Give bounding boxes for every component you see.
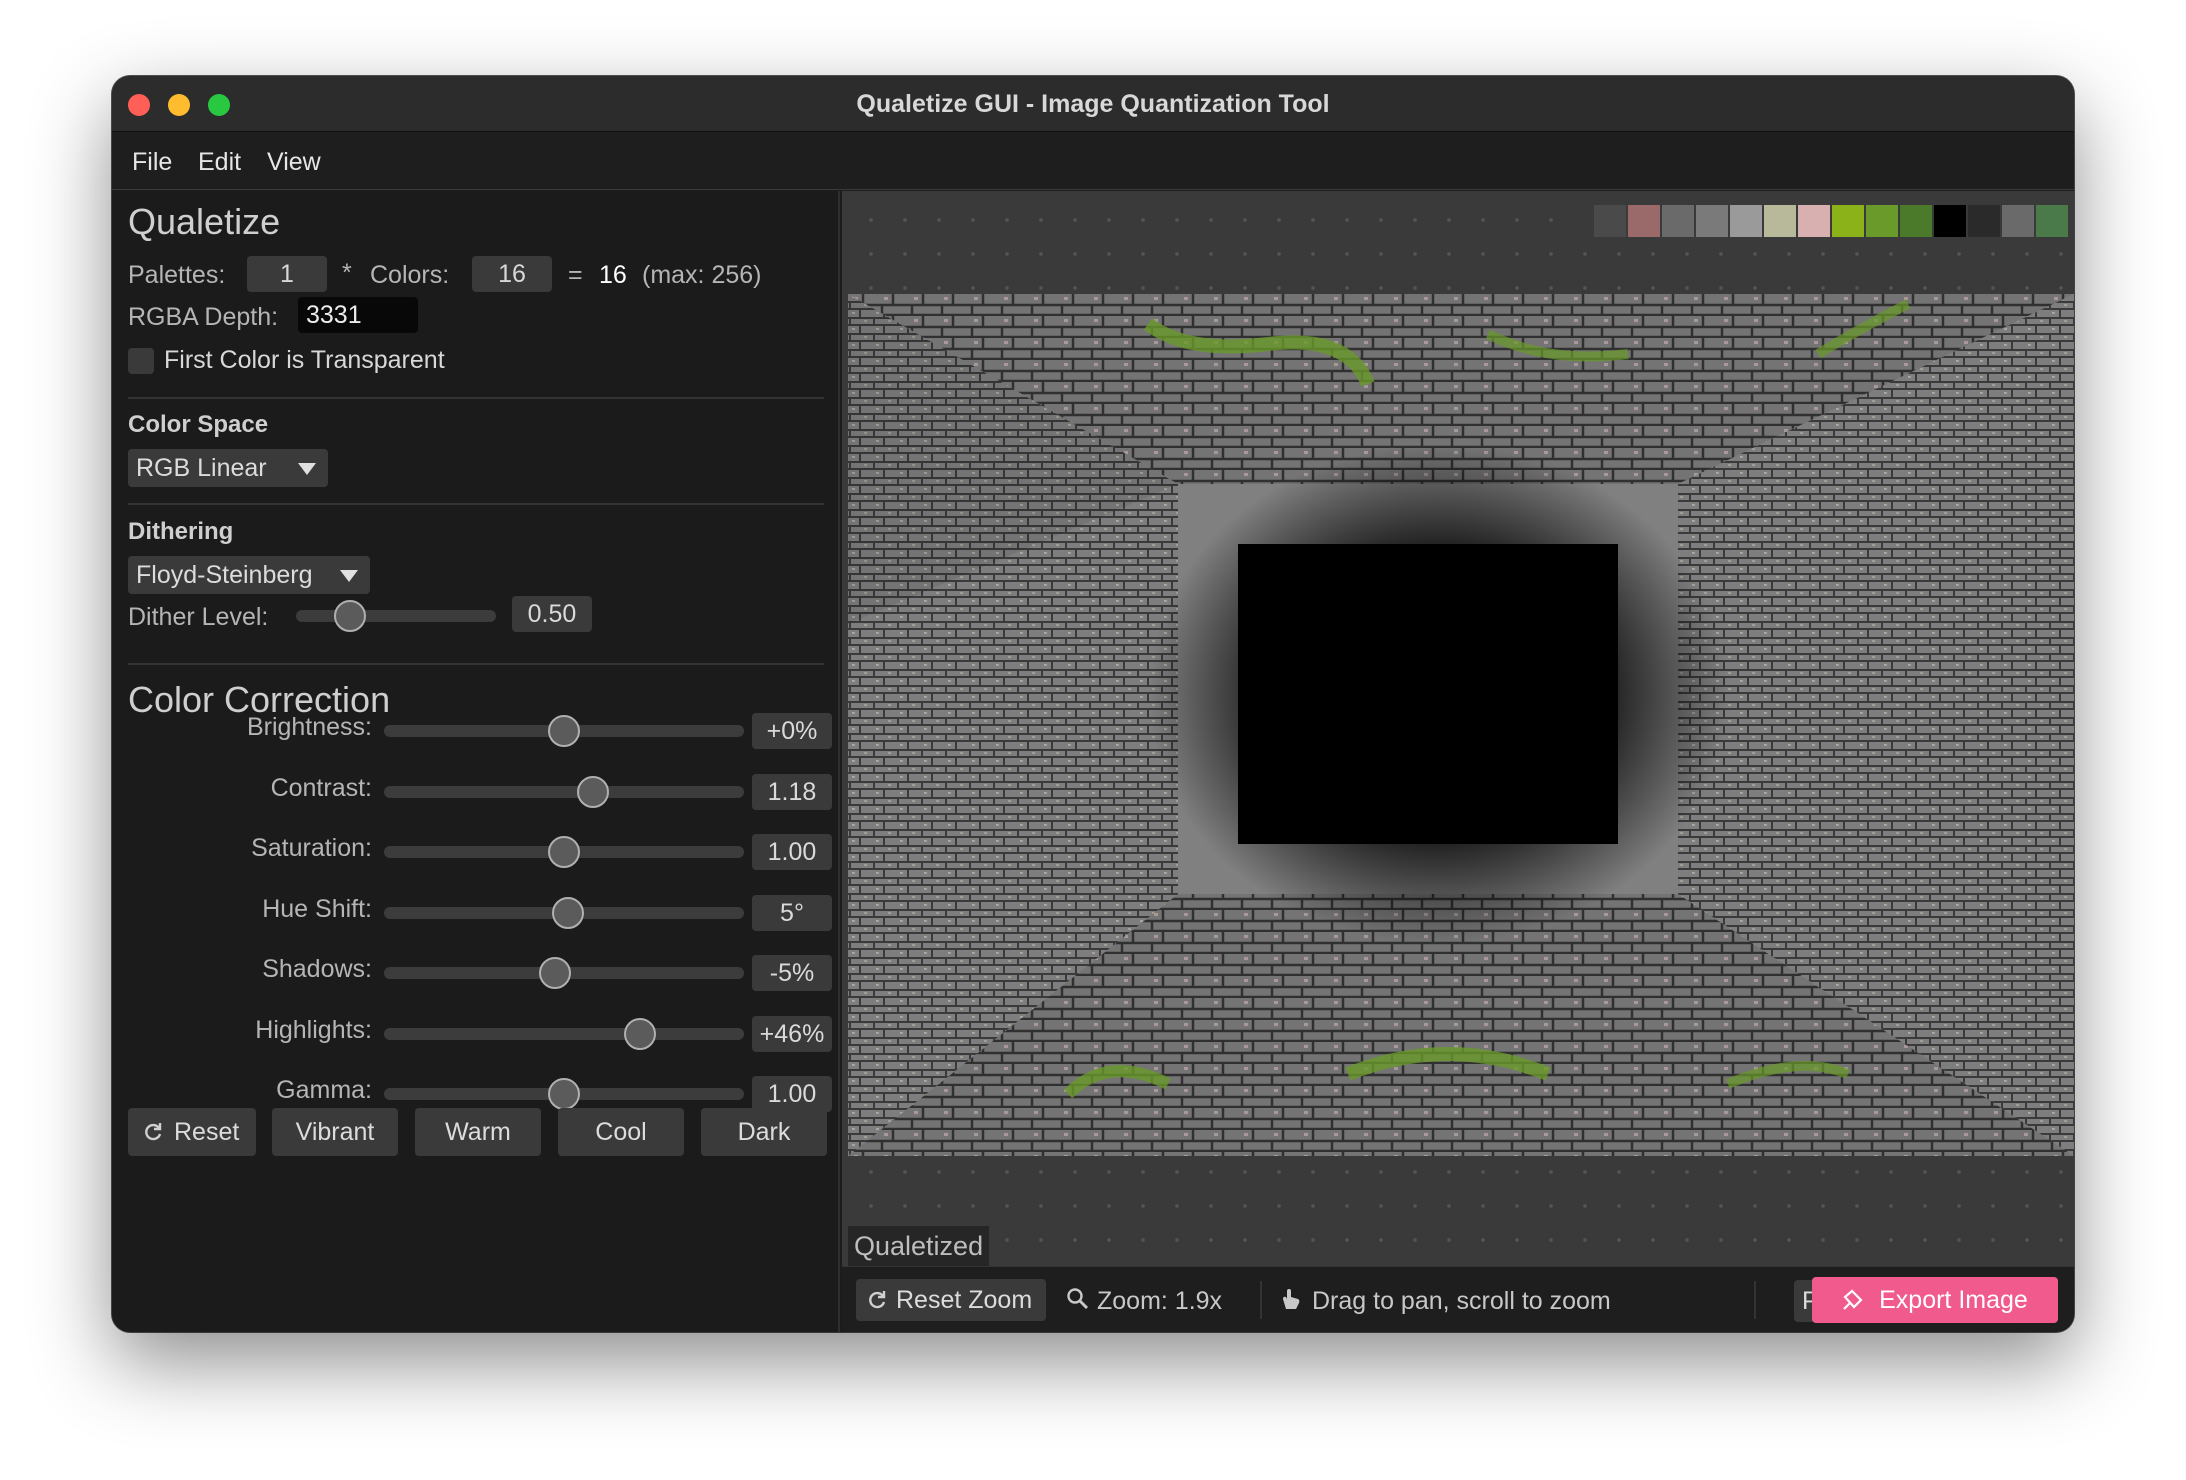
slider-label: Saturation: (251, 834, 372, 862)
reset-preset-label: Reset (174, 1118, 240, 1146)
palette-swatch[interactable] (1900, 205, 1932, 237)
separator (1754, 1281, 1756, 1319)
magnifier-icon (1067, 1288, 1089, 1310)
refresh-icon (869, 1291, 886, 1309)
palette-swatch[interactable] (1730, 205, 1762, 237)
palette-swatch[interactable] (1968, 205, 2000, 237)
color-space-heading: Color Space (128, 411, 269, 438)
palette-swatch[interactable] (1764, 205, 1796, 237)
palette-swatch[interactable] (1696, 205, 1728, 237)
rgba-depth-input[interactable]: 3331 (298, 297, 418, 333)
color-space-value: RGB Linear (136, 454, 267, 482)
title-bar: Qualetize GUI - Image Quantization Tool (112, 76, 2074, 132)
correction-slider-track[interactable] (384, 1027, 744, 1040)
rgba-depth-label: RGBA Depth: (128, 303, 279, 331)
dithering-select[interactable]: Floyd-Steinberg (128, 556, 370, 594)
export-icon (1843, 1289, 1863, 1310)
correction-slider-thumb[interactable] (548, 715, 580, 747)
palette-swatch[interactable] (2036, 205, 2068, 237)
menu-view[interactable]: View (267, 148, 321, 177)
reset-preset-button[interactable]: Reset (128, 1108, 256, 1156)
palette-swatch[interactable] (2002, 205, 2034, 237)
divider (128, 663, 824, 665)
correction-value[interactable]: -5% (752, 955, 832, 991)
color-space-select[interactable]: RGB Linear (128, 449, 328, 487)
palette-swatch[interactable] (1560, 205, 1592, 237)
dark-preset-button[interactable]: Dark (701, 1108, 827, 1156)
max-colors-note: (max: 256) (642, 261, 762, 289)
hand-icon (1283, 1289, 1300, 1309)
correction-value[interactable]: +0% (752, 713, 832, 749)
palette-swatch[interactable] (1594, 205, 1626, 237)
transparent-label: First Color is Transparent (164, 346, 445, 374)
reset-zoom-button[interactable]: Reset Zoom (856, 1279, 1046, 1321)
correction-slider-thumb[interactable] (551, 896, 584, 929)
dither-level-label: Dither Level: (128, 603, 269, 631)
palette-swatch[interactable] (1798, 205, 1830, 237)
correction-value[interactable]: 1.00 (752, 1076, 832, 1112)
menu-bar: File Edit View (112, 132, 2074, 190)
dithering-value: Floyd-Steinberg (136, 561, 313, 589)
slider-label: Gamma: (276, 1076, 372, 1104)
reset-zoom-label: Reset Zoom (896, 1286, 1033, 1314)
total-colors: 16 (599, 261, 627, 289)
transparent-checkbox[interactable] (128, 348, 154, 374)
image-viewer[interactable]: Qualetized (842, 191, 2074, 1266)
zoom-level: Zoom: 1.9x (1097, 1287, 1223, 1315)
settings-sidebar: Qualetize Palettes: 1 * Colors: 16 = 16 … (112, 191, 840, 1332)
chevron-down-icon (298, 463, 316, 475)
correction-value[interactable]: 1.18 (752, 773, 832, 810)
correction-value[interactable]: 5° (752, 894, 832, 931)
warm-preset-button[interactable]: Warm (415, 1108, 541, 1156)
palette-swatch[interactable] (1832, 205, 1864, 237)
sidebar-heading: Qualetize (128, 201, 281, 242)
palette-swatch[interactable] (1662, 205, 1694, 237)
image-caption: Qualetized (848, 1226, 990, 1266)
correction-slider-thumb[interactable] (623, 1017, 656, 1050)
dither-level-value[interactable]: 0.50 (512, 596, 592, 632)
dither-level-slider[interactable] (296, 610, 496, 622)
slider-label: Contrast: (270, 773, 372, 802)
palettes-input[interactable]: 1 (247, 256, 327, 292)
correction-value[interactable]: +46% (752, 1015, 832, 1052)
menu-file[interactable]: File (132, 148, 172, 177)
menu-edit[interactable]: Edit (198, 148, 241, 177)
quantized-image[interactable] (848, 294, 2074, 1156)
correction-slider-thumb[interactable] (539, 957, 571, 989)
correction-value[interactable]: 1.00 (752, 834, 832, 870)
export-image-button[interactable]: Export Image (1812, 1277, 2058, 1323)
divider (128, 397, 824, 399)
correction-slider-thumb[interactable] (548, 1078, 580, 1110)
palette-swatches (1560, 205, 2068, 237)
palette-swatch[interactable] (1866, 205, 1898, 237)
colors-input[interactable]: 16 (472, 256, 552, 292)
app-window: Qualetize GUI - Image Quantization Tool … (112, 76, 2074, 1332)
separator (1260, 1281, 1262, 1319)
slider-label: Shadows: (262, 955, 372, 983)
correction-slider-thumb[interactable] (548, 836, 580, 868)
export-image-label: Export Image (1879, 1286, 2028, 1314)
chevron-down-icon (340, 570, 358, 582)
tunnel-image (848, 294, 2074, 1156)
palette-swatch[interactable] (1934, 205, 1966, 237)
times-sign: * (342, 259, 352, 287)
correction-slider-thumb[interactable] (576, 775, 609, 808)
window-title: Qualetize GUI - Image Quantization Tool (856, 90, 1330, 118)
vibrant-preset-button[interactable]: Vibrant (272, 1108, 398, 1156)
palettes-label: Palettes: (128, 261, 226, 289)
divider (128, 503, 824, 505)
dithering-heading: Dithering (128, 518, 234, 545)
status-bar: Reset Zoom Zoom: 1.9x Drag to pan, scrol… (842, 1266, 2074, 1332)
equals-sign: = (568, 261, 583, 289)
correction-slider-track[interactable] (384, 785, 744, 798)
slider-label: Hue Shift: (262, 894, 372, 923)
palette-swatch[interactable] (1628, 205, 1660, 237)
refresh-icon (145, 1123, 162, 1141)
slider-label: Highlights: (255, 1015, 372, 1044)
colors-label: Colors: (370, 261, 450, 289)
pan-zoom-hint: Drag to pan, scroll to zoom (1312, 1287, 1611, 1315)
slider-label: Brightness: (246, 713, 372, 741)
cool-preset-button[interactable]: Cool (558, 1108, 684, 1156)
dither-level-thumb[interactable] (334, 600, 366, 632)
